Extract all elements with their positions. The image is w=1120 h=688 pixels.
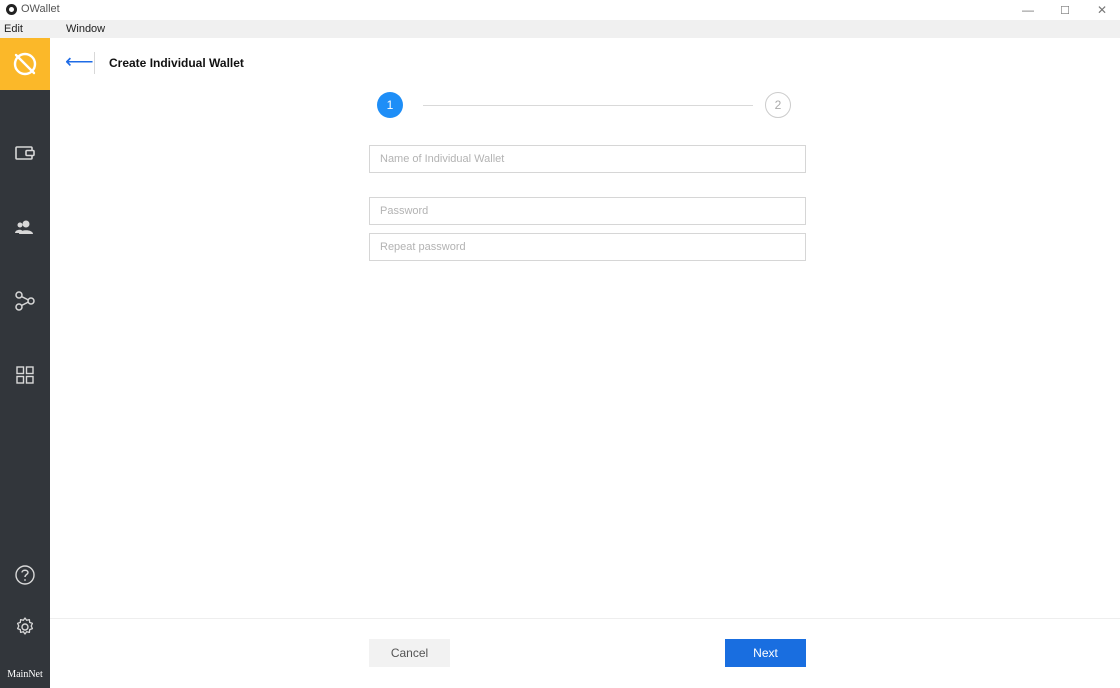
sidebar-item-contacts[interactable] bbox=[0, 212, 50, 242]
network-label[interactable]: MainNet bbox=[0, 669, 50, 680]
app-logo-icon bbox=[6, 4, 17, 15]
close-button[interactable]: ✕ bbox=[1084, 0, 1120, 20]
step-connector bbox=[423, 105, 753, 106]
menu-edit[interactable]: Edit bbox=[4, 23, 23, 35]
minimize-button[interactable]: — bbox=[1010, 0, 1046, 20]
wallet-icon bbox=[15, 146, 35, 160]
ontology-logo-icon bbox=[13, 52, 37, 76]
settings-gear-icon bbox=[16, 617, 34, 635]
menu-window[interactable]: Window bbox=[66, 23, 105, 35]
step-1-indicator: 1 bbox=[377, 92, 403, 118]
contacts-icon bbox=[15, 220, 33, 234]
repeat-password-input[interactable] bbox=[369, 233, 806, 261]
wallet-name-input[interactable] bbox=[369, 145, 806, 173]
sidebar-item-nodes[interactable] bbox=[0, 286, 50, 316]
sidebar-item-dapps[interactable] bbox=[0, 360, 50, 390]
menu-bar: Edit Window bbox=[0, 20, 1120, 38]
next-button[interactable]: Next bbox=[725, 639, 806, 667]
sidebar: MainNet bbox=[0, 38, 50, 688]
help-icon bbox=[15, 565, 35, 585]
sidebar-item-wallet[interactable] bbox=[0, 138, 50, 168]
sidebar-item-settings[interactable] bbox=[0, 612, 50, 642]
dapps-grid-icon bbox=[16, 366, 34, 384]
page-title: Create Individual Wallet bbox=[109, 56, 244, 70]
password-input[interactable] bbox=[369, 197, 806, 225]
maximize-button[interactable]: ☐ bbox=[1047, 0, 1083, 20]
window-title: OWallet bbox=[21, 3, 60, 15]
step-2-indicator: 2 bbox=[765, 92, 791, 118]
node-stake-icon bbox=[15, 291, 35, 311]
window-titlebar: OWallet — ☐ ✕ bbox=[0, 0, 1120, 20]
header-divider bbox=[94, 52, 95, 74]
back-arrow-icon[interactable]: ⟵ bbox=[65, 52, 94, 72]
brand-home-button[interactable] bbox=[0, 38, 50, 90]
cancel-button[interactable]: Cancel bbox=[369, 639, 450, 667]
main-content: ⟵ Create Individual Wallet 1 2 Cancel Ne… bbox=[50, 38, 1120, 688]
footer-divider bbox=[50, 618, 1120, 619]
sidebar-item-help[interactable] bbox=[0, 560, 50, 590]
